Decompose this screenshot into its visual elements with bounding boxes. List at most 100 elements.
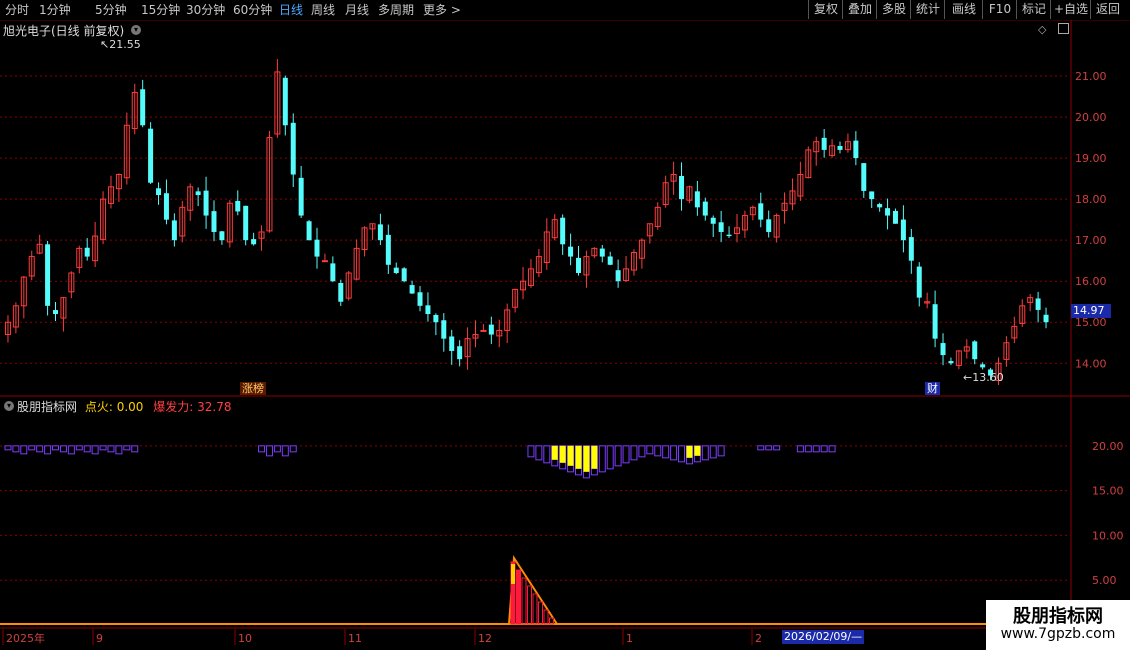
indicator-yellow-bar <box>559 445 566 463</box>
indicator-purple-bar <box>598 445 606 473</box>
indicator-tick-label: 10.00 <box>1092 529 1124 542</box>
candle-body-down <box>338 282 344 302</box>
indicator-purple-bar <box>701 445 709 461</box>
indicator-yellow-bar <box>575 445 582 469</box>
indicator-purple-bar <box>670 445 678 461</box>
candle-body-down <box>377 224 383 241</box>
candle-body-down <box>449 336 455 351</box>
price-tick-label: 19.00 <box>1075 152 1107 165</box>
price-tick-label: 18.00 <box>1075 193 1107 206</box>
burst-bar <box>516 569 521 625</box>
indicator-purple-bar <box>638 445 646 458</box>
indicator-tick-label: 15.00 <box>1092 485 1124 498</box>
candle-body-down <box>615 270 621 282</box>
indicator-purple-bar <box>131 445 139 453</box>
chevron-down-icon[interactable]: ▾ <box>4 401 14 411</box>
candle-body-up <box>480 329 487 332</box>
burst-bar <box>543 609 549 625</box>
chevron-down-icon[interactable]: ▾ <box>131 25 141 35</box>
indicator-purple-bar <box>107 445 115 453</box>
indicator-purple-bar <box>812 445 820 453</box>
candles <box>4 59 1049 385</box>
candle-body-down <box>298 177 304 216</box>
low-price-label: ←13.60 <box>963 371 1004 384</box>
indicator-purple-bar <box>654 445 662 457</box>
indicator-yellow-bar <box>583 445 590 472</box>
zhangbang-badge[interactable]: 涨榜 <box>240 382 266 395</box>
candle-body-down <box>441 320 447 339</box>
date-tick-label: 2 <box>755 632 762 645</box>
candle-body-down <box>972 341 978 360</box>
indicator-purple-bar <box>123 445 131 451</box>
candle-body-down <box>53 310 59 315</box>
indicator-purple-bar <box>820 445 828 453</box>
candle-body-down <box>140 89 146 126</box>
finance-badge[interactable]: 财 <box>925 382 940 395</box>
date-axis: 2025年 9 10 11 12 1 2 <box>2 629 762 645</box>
price-tick-label: 14.00 <box>1075 357 1107 370</box>
candle-body-down <box>726 234 732 237</box>
indicator-purple-bar <box>773 445 781 451</box>
candle-body-down <box>679 175 685 200</box>
candle-body-down <box>877 204 883 208</box>
indicator-purple-bar <box>828 445 836 453</box>
candle-body-down <box>710 217 716 224</box>
kline-chart[interactable]: 21.0020.0019.0018.0017.0016.0015.0014.00… <box>0 0 1130 650</box>
candle-body-down <box>1043 314 1049 323</box>
indicator-purple-bar <box>289 445 297 453</box>
candle-body-down <box>393 267 399 273</box>
indicator-purple-bar <box>67 445 75 455</box>
indicator-purple-bar <box>622 445 630 464</box>
candle-body-down <box>211 211 217 232</box>
indicator-purple-bar <box>646 445 654 455</box>
burst-bar <box>532 593 538 625</box>
indicator-purple-bar <box>44 445 52 455</box>
indicator-purple-bar <box>543 445 551 464</box>
candle-body-down <box>694 191 700 208</box>
candle-body-down <box>916 266 922 298</box>
indicator-purple-bar <box>535 445 543 461</box>
diamond-icon[interactable]: ◇ <box>1038 23 1046 36</box>
candle-body-down <box>219 231 225 241</box>
price-tick-label: 20.00 <box>1075 111 1107 124</box>
indicator-purple-bar <box>717 445 725 457</box>
candle-body-down <box>837 146 843 150</box>
indicator-purple-bar <box>20 445 28 455</box>
indicator-purple-bar <box>804 445 812 453</box>
indicator-yellow-bar <box>694 445 701 456</box>
candle-body-down <box>148 128 154 183</box>
candle-body-down <box>900 219 906 241</box>
candle-body-up <box>321 260 328 263</box>
burst-bar <box>527 585 532 625</box>
candle-body-down <box>306 221 312 241</box>
ignite-bar <box>511 564 515 584</box>
indicator-purple-bar <box>4 445 12 451</box>
candle-body-down <box>885 208 891 216</box>
candle-body-down <box>84 247 90 257</box>
indicator-yellow-bar <box>567 445 574 466</box>
window-icon[interactable] <box>1058 23 1069 34</box>
indicator-tick-label: 20.00 <box>1092 440 1124 453</box>
date-tick-label: 2025年 <box>6 631 45 645</box>
indicator-purple-bar <box>99 445 107 451</box>
candle-body-down <box>766 219 772 232</box>
indicator-purple-bar <box>709 445 717 459</box>
candle-body-down <box>853 140 859 159</box>
last-price-tag: 14.97 <box>1071 304 1111 318</box>
watermark: 股朋指标网 www.7gpzb.com <box>986 600 1130 650</box>
indicator-title: 股朋指标网 点火: 0.00 爆发力: 32.78 <box>17 400 232 414</box>
price-tick-label: 16.00 <box>1075 275 1107 288</box>
indicator-purple-bar <box>757 445 765 451</box>
indicator-purple-bar <box>115 445 123 455</box>
candle-body-down <box>45 244 51 306</box>
candle-body-down <box>417 292 423 306</box>
candle-body-down <box>401 268 407 282</box>
indicator-purple-bar <box>796 445 804 453</box>
price-axis: 21.00 20.00 19.00 18.00 17.00 16.00 15.00 14.00… <box>1075 70 1124 587</box>
candle-body-down <box>251 239 257 245</box>
candle-body-down <box>821 137 827 150</box>
candle-body-down <box>171 220 177 241</box>
indicator-purple-bar <box>12 445 20 453</box>
candle-body-down <box>195 191 201 196</box>
indicator-purple-bar <box>258 445 266 453</box>
